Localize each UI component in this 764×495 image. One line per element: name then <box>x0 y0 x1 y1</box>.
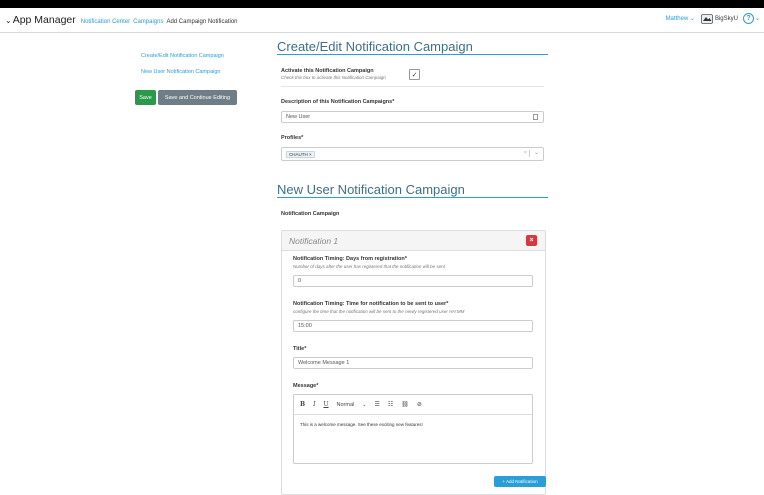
save-button[interactable]: Save <box>135 90 156 105</box>
profiles-label: Profiles* <box>281 135 304 141</box>
bullet-list-icon[interactable]: ☷ <box>388 401 393 408</box>
help-chevron-icon[interactable]: ⌄ <box>755 15 760 22</box>
campaign-section-title: Create/Edit Notification Campaign <box>277 39 473 54</box>
user-menu[interactable]: Matthew ⌄ <box>666 15 695 22</box>
add-notification-button[interactable]: + Add Notification <box>494 476 546 487</box>
org-logo-icon <box>701 13 713 24</box>
section-divider <box>277 54 548 55</box>
clear-icon[interactable]: × <box>524 150 527 156</box>
bold-button[interactable]: B <box>300 401 305 408</box>
sidebar-item-create-edit[interactable]: Create/Edit Notification Campaign <box>141 52 224 68</box>
breadcrumb: ⌄App Manager Notification Center Campaig… <box>0 14 238 26</box>
editor-toolbar: B I U Normal ⌄ ☰ ☷ ⛓ ⊘ <box>294 395 532 415</box>
time-input[interactable]: 15:00 <box>293 320 533 332</box>
activate-hint: Check this box to activate this Notifica… <box>281 75 386 80</box>
days-value: 0 <box>298 278 302 284</box>
notification-title: Notification 1 <box>289 236 339 246</box>
notification-header: Notification 1 × <box>282 231 545 251</box>
org-selector[interactable]: BigSkyU <box>715 16 738 22</box>
time-label: Notification Timing: Time for notificati… <box>293 301 449 307</box>
ordered-list-icon[interactable]: ☰ <box>374 401 379 408</box>
message-body[interactable]: This is a welcome message. See these exc… <box>300 422 423 427</box>
select-separator <box>529 150 530 157</box>
remove-notification-button[interactable]: × <box>526 235 537 246</box>
app-title: App Manager <box>12 14 76 26</box>
message-editor[interactable]: B I U Normal ⌄ ☰ ☷ ⛓ ⊘ This is a welcome … <box>293 394 533 464</box>
time-hint: configure the time that the notification… <box>293 309 465 314</box>
app-menu[interactable]: ⌄App Manager <box>5 14 76 26</box>
title-input[interactable]: Welcome Message 1 <box>293 357 533 369</box>
format-select[interactable]: Normal ⌄ <box>337 402 367 408</box>
profile-tag-label: CHAUTH <box>289 151 308 157</box>
description-value: New User <box>286 114 311 120</box>
days-label: Notification Timing: Days from registrat… <box>293 256 407 262</box>
sidebar-item-new-user[interactable]: New User Notification Campaign <box>141 68 224 84</box>
description-label: Description of this Notification Campaig… <box>281 99 395 105</box>
link-icon[interactable]: ⛓ <box>401 401 409 408</box>
user-name: Matthew <box>665 16 689 22</box>
time-value: 15:00 <box>298 323 312 329</box>
chevron-down-icon: ⌄ <box>5 16 12 25</box>
chevron-down-icon[interactable]: ⌄ <box>534 149 539 156</box>
profile-tag: CHAUTH × <box>286 150 315 158</box>
chevron-down-icon: ⌄ <box>362 401 367 408</box>
tag-remove-icon[interactable]: × <box>309 152 312 157</box>
activate-checkbox[interactable]: ✓ <box>409 69 420 80</box>
days-input[interactable]: 0 <box>293 275 533 287</box>
save-and-continue-button[interactable]: Save and Continue Editing <box>158 90 237 105</box>
notification-campaign-label: Notification Campaign <box>281 211 340 217</box>
checkmark-icon: ✓ <box>411 71 418 79</box>
message-label: Message* <box>293 383 319 389</box>
clear-format-icon[interactable]: ⊘ <box>417 401 422 408</box>
underline-button[interactable]: U <box>323 401 328 408</box>
divider <box>281 86 544 87</box>
breadcrumb-campaigns[interactable]: Campaigns <box>133 19 163 25</box>
breadcrumb-notification-center[interactable]: Notification Center <box>81 19 130 25</box>
top-bar: ⌄App Manager Notification Center Campaig… <box>0 8 764 33</box>
description-input[interactable]: New User <box>281 111 544 123</box>
title-label: Title* <box>293 346 307 352</box>
app-window: ⌄App Manager Notification Center Campaig… <box>0 8 764 495</box>
user-chevron-icon: ⌄ <box>689 16 695 22</box>
italic-button[interactable]: I <box>313 401 315 408</box>
section-divider <box>277 197 548 198</box>
trash-icon[interactable] <box>533 114 538 120</box>
format-value: Normal <box>336 401 355 408</box>
side-navigation: Create/Edit Notification Campaign New Us… <box>141 52 224 84</box>
new-user-section-title: New User Notification Campaign <box>277 182 465 197</box>
breadcrumb-current: Add Campaign Notification <box>166 19 238 25</box>
help-icon[interactable]: ? <box>742 13 754 24</box>
activate-label: Activate this Notification Campaign <box>281 68 374 74</box>
title-value: Welcome Message 1 <box>298 360 350 366</box>
profiles-select[interactable]: CHAUTH × × ⌄ <box>281 147 544 161</box>
days-hint: Number of days after the user has regist… <box>293 264 445 269</box>
